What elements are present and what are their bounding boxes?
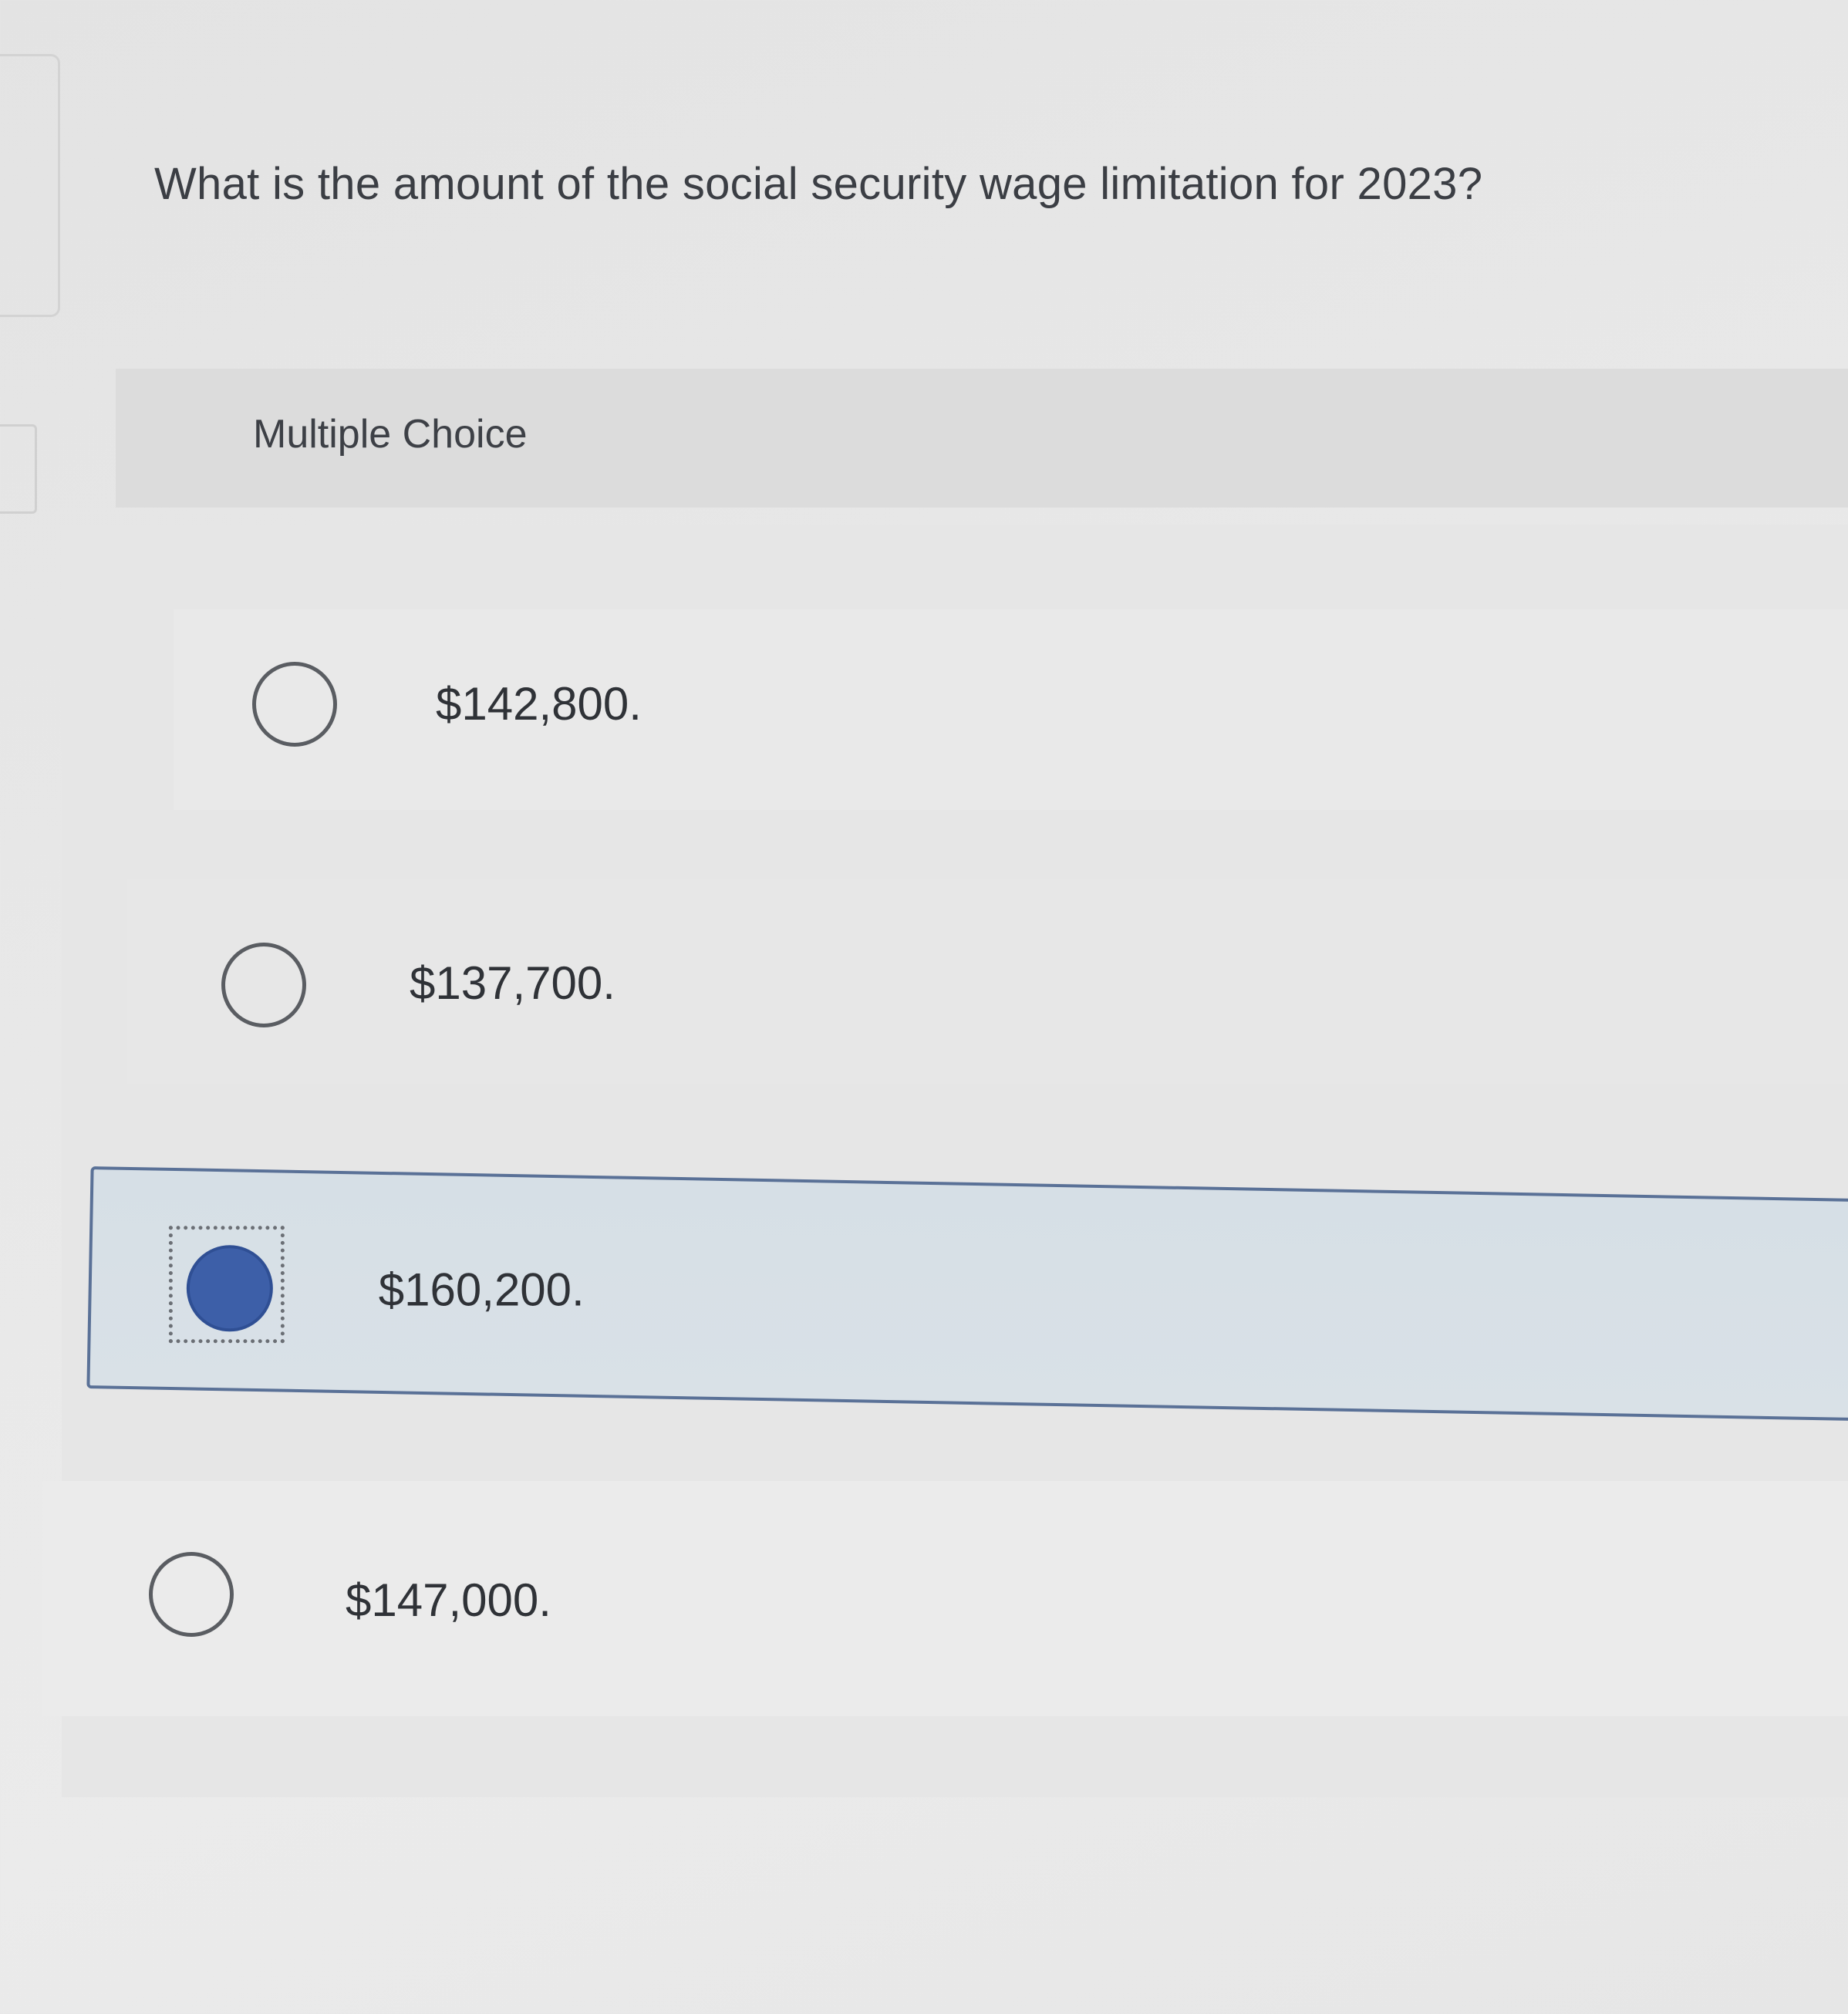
radio-button-unselected-icon[interactable] (221, 943, 306, 1027)
multiple-choice-label: Multiple Choice (253, 412, 528, 457)
multiple-choice-header: Multiple Choice (116, 369, 1848, 508)
left-edge-frame (0, 54, 60, 317)
radio-button-unselected-icon[interactable] (149, 1552, 234, 1637)
choice-option-2[interactable]: $137,700. (127, 879, 1848, 1084)
choice-label: $160,200. (378, 1263, 585, 1316)
radio-button-selected-icon[interactable] (186, 1245, 273, 1332)
radio-button-unselected-icon[interactable] (252, 662, 337, 747)
question-text: What is the amount of the social securit… (154, 159, 1483, 209)
choice-label: $142,800. (436, 678, 642, 730)
choice-label: $147,000. (346, 1574, 551, 1626)
choice-option-4[interactable]: $147,000. (42, 1481, 1848, 1716)
choice-label: $137,700. (410, 957, 615, 1009)
radio-focus-ring (168, 1226, 285, 1344)
left-edge-tab (0, 424, 37, 514)
choice-option-3-selected[interactable]: $160,200. (86, 1166, 1848, 1422)
choice-option-1[interactable]: $142,800. (174, 609, 1848, 810)
